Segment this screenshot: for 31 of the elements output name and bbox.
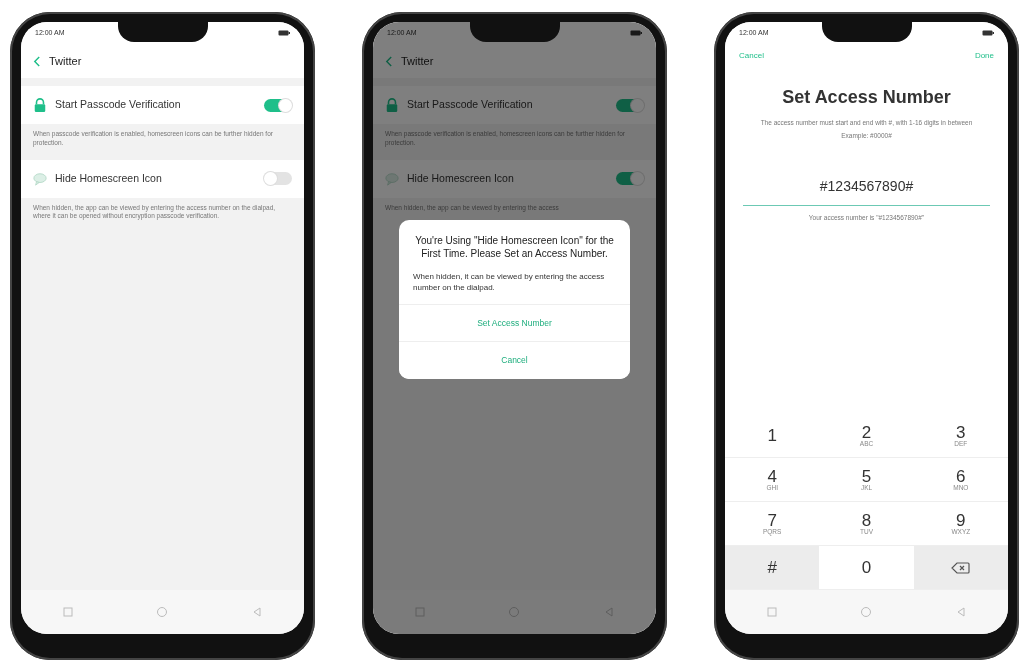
dialog-title: You're Using "Hide Homescreen Icon" for the First Time. Please Set an Access Number. bbox=[414, 234, 615, 260]
chat-bubble-icon bbox=[33, 171, 47, 186]
keypad-key[interactable]: # bbox=[725, 546, 820, 590]
toggle-switch[interactable] bbox=[264, 172, 292, 186]
toggle-switch[interactable] bbox=[616, 172, 644, 186]
setting-label: Start Passcode Verification bbox=[407, 97, 534, 113]
page-title: Twitter bbox=[49, 53, 82, 69]
battery-icon bbox=[630, 30, 642, 36]
toggle-switch[interactable] bbox=[616, 98, 644, 112]
home-icon[interactable] bbox=[860, 606, 873, 618]
lock-icon bbox=[33, 98, 47, 112]
recents-icon[interactable] bbox=[62, 606, 75, 618]
setting-label: Hide Homescreen Icon bbox=[55, 170, 163, 186]
lock-icon bbox=[385, 98, 399, 112]
back-chevron-icon[interactable] bbox=[33, 55, 41, 67]
access-number-field[interactable]: #1234567890# bbox=[743, 174, 990, 206]
back-chevron-icon[interactable] bbox=[385, 55, 393, 67]
home-icon[interactable] bbox=[508, 606, 521, 618]
page-title: Twitter bbox=[401, 53, 434, 69]
screen-title: Set Access Number bbox=[781, 86, 952, 109]
battery-icon bbox=[982, 30, 994, 36]
battery-icon bbox=[278, 30, 290, 36]
setting-label: Start Passcode Verification bbox=[55, 97, 182, 113]
toggle-switch[interactable] bbox=[264, 98, 292, 112]
delete-key[interactable] bbox=[913, 546, 1008, 590]
dialog-message: When hidden, it can be viewed by entering the access number on the dialpad. bbox=[412, 271, 606, 294]
home-icon[interactable] bbox=[156, 606, 169, 618]
setting-label: Hide Homescreen Icon bbox=[407, 170, 515, 186]
chat-bubble-icon bbox=[385, 171, 399, 186]
recents-icon[interactable] bbox=[766, 606, 779, 618]
backspace-icon bbox=[951, 561, 971, 574]
